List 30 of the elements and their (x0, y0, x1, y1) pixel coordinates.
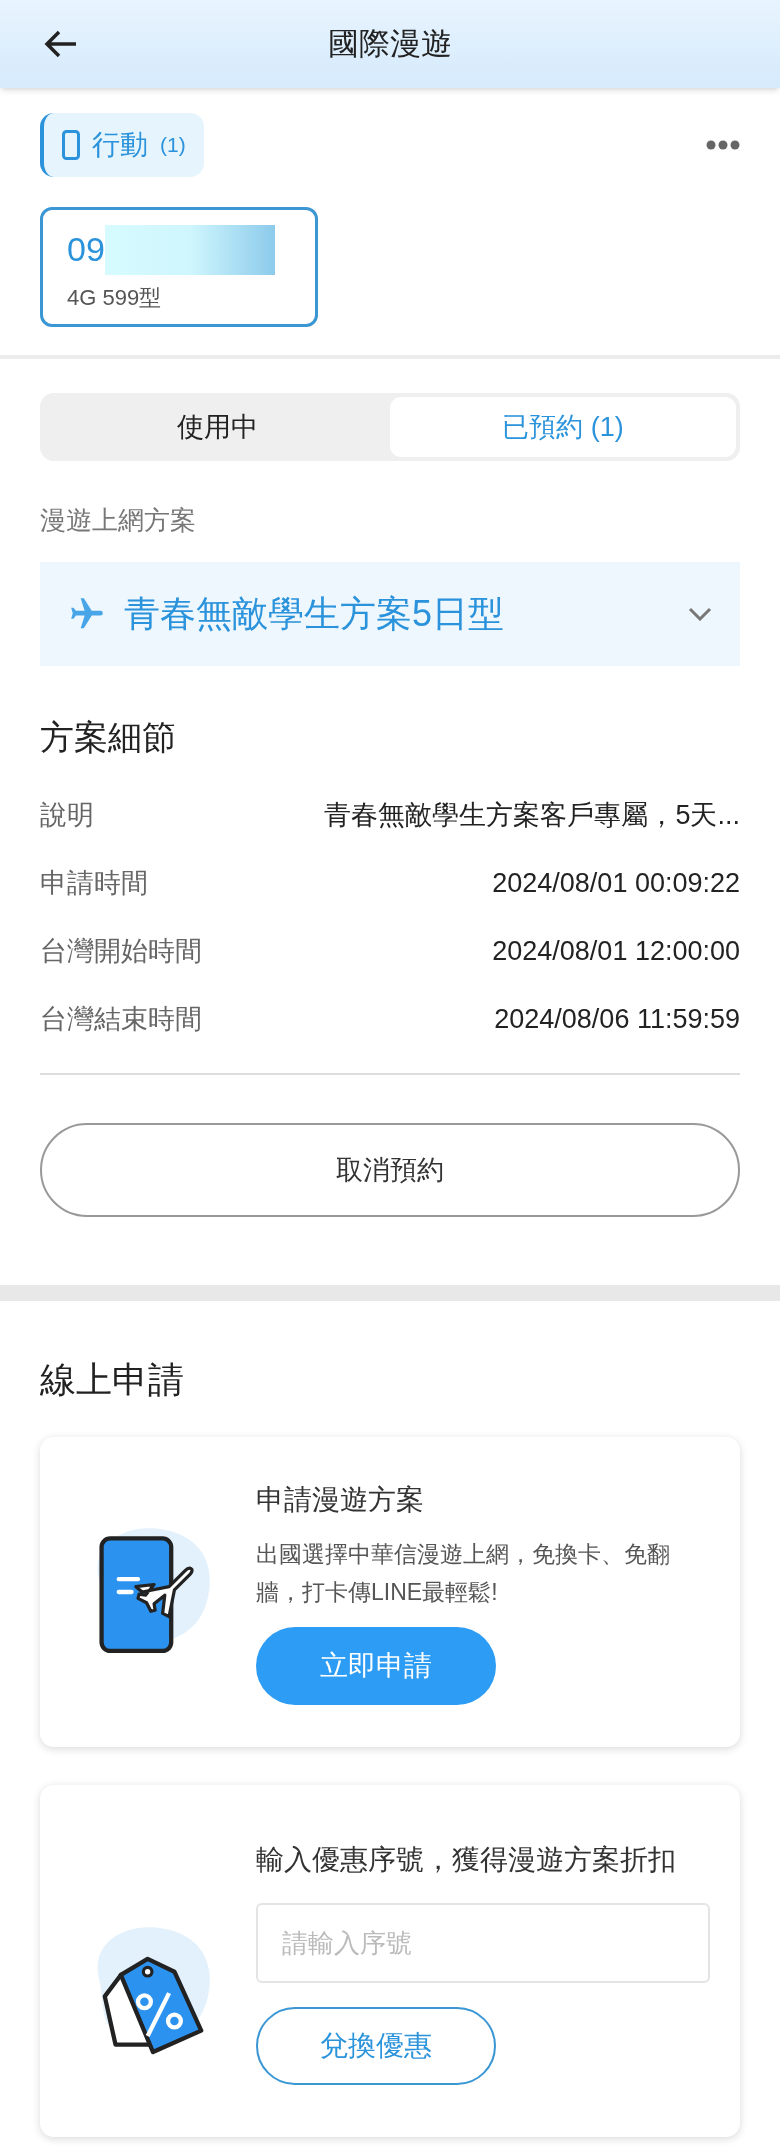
section-heading: 線上申請 (40, 1358, 185, 1402)
page-title: 國際漫遊 (328, 24, 452, 63)
plan-name: 4G 599型 (67, 284, 163, 312)
detail-value: 2024/08/01 00:09:22 (492, 866, 740, 900)
details-heading: 方案細節 (40, 717, 177, 758)
category-tab[interactable]: 行動 (1) (40, 113, 204, 177)
status-tab[interactable]: 已預約 (1) (390, 397, 736, 457)
redeem-button[interactable]: 兌換優惠 (256, 2007, 496, 2085)
phone-icon (62, 130, 80, 160)
detail-value: 2024/08/01 12:00:00 (492, 934, 740, 968)
status-tab[interactable]: 使用中 (44, 397, 390, 457)
detail-label: 台灣開始時間 (40, 934, 202, 968)
detail-value: 青春無敵學生方案客戶專屬，5天... (324, 798, 740, 832)
apply-now-button[interactable]: 立即申請 (256, 1627, 496, 1705)
detail-label: 台灣結束時間 (40, 1002, 202, 1036)
detail-label: 說明 (40, 798, 94, 832)
back-icon[interactable] (44, 29, 78, 59)
cancel-reservation-button[interactable]: 取消預約 (40, 1123, 740, 1217)
detail-label: 申請時間 (40, 866, 148, 900)
chevron-down-icon (688, 607, 712, 621)
line-card[interactable]: 09 4G 599型 (40, 207, 318, 327)
section-label: 漫遊上網方案 (40, 504, 197, 537)
card-title: 輸入優惠序號，獲得漫遊方案折扣 (256, 1843, 677, 1877)
coupon-code-field[interactable]: 請輸入序號 (256, 1903, 710, 1983)
card-title: 申請漫遊方案 (256, 1483, 425, 1517)
phone-number: 09 (67, 229, 105, 270)
card-description: 出國選擇中華信漫遊上網，免換卡、免翻牆，打卡傳LINE最輕鬆! (256, 1540, 671, 1607)
more-icon[interactable] (706, 140, 740, 150)
plan-dropdown[interactable]: 青春無敵學生方案5日型 (40, 562, 740, 666)
detail-value: 2024/08/06 11:59:59 (494, 1002, 740, 1036)
